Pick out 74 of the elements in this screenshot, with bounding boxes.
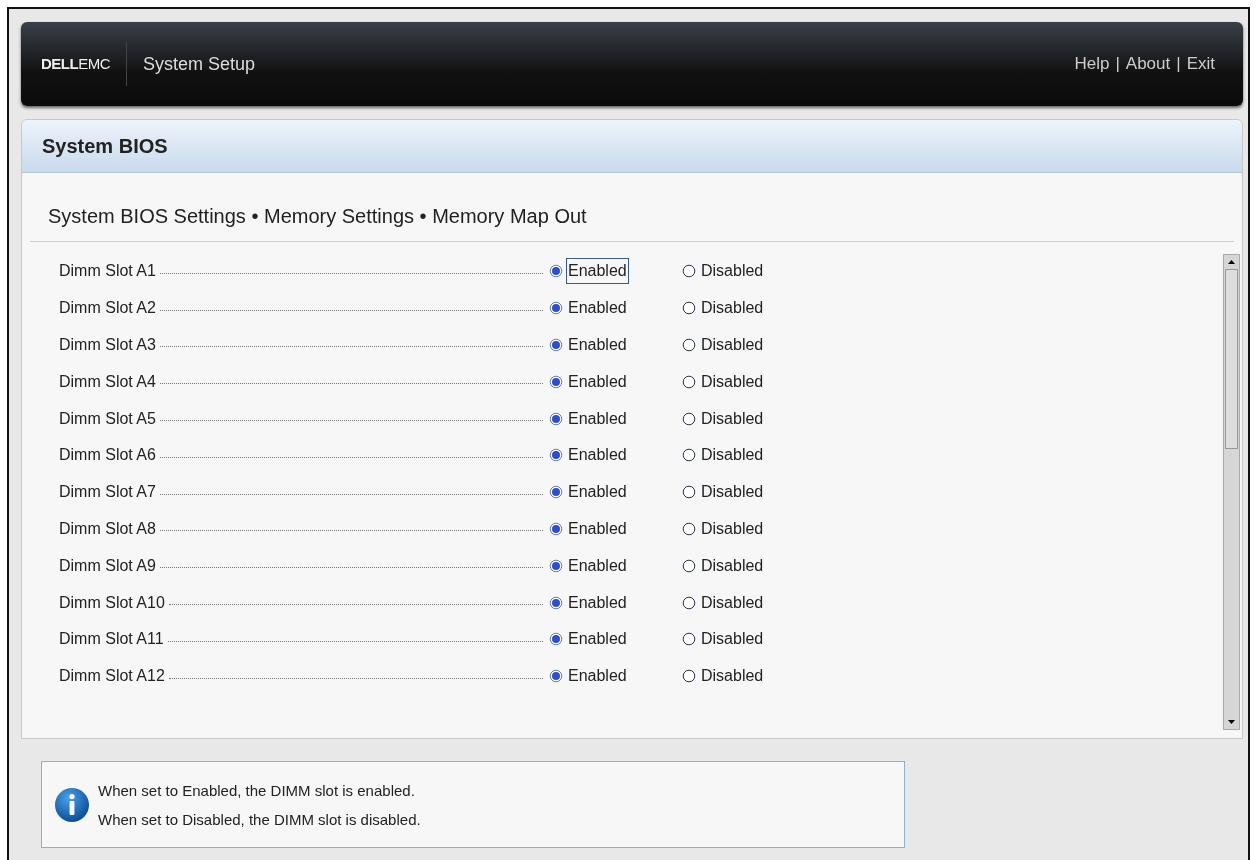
setting-label: Dimm Slot A8 <box>59 518 156 539</box>
option-label[interactable]: Disabled <box>699 515 766 542</box>
help-text: When set to Disabled, the DIMM slot is disabled. <box>98 809 421 830</box>
info-icon <box>54 786 90 823</box>
option-label[interactable]: Disabled <box>699 479 766 506</box>
option-label[interactable]: Disabled <box>699 332 766 358</box>
setting-label: Dimm Slot A5 <box>59 408 156 429</box>
scrollbar[interactable] <box>1223 254 1240 730</box>
setting-label: Dimm Slot A10 <box>59 592 165 613</box>
option-label[interactable]: Enabled <box>566 626 629 653</box>
radio-button[interactable] <box>682 264 696 279</box>
option-label[interactable]: Enabled <box>566 405 629 432</box>
radio-button[interactable] <box>682 595 696 610</box>
option-label[interactable]: Enabled <box>566 258 629 285</box>
option-label[interactable]: Disabled <box>699 295 766 322</box>
breadcrumb: System BIOS Settings • Memory Settings • Memory Map Out <box>30 173 1234 242</box>
radio-button[interactable] <box>682 338 696 352</box>
setting-label: Dimm Slot A6 <box>59 445 156 466</box>
radio-button[interactable] <box>549 448 563 463</box>
option-label[interactable]: Enabled <box>566 589 629 616</box>
option-label[interactable]: Disabled <box>699 258 766 285</box>
radio-button[interactable] <box>682 301 696 316</box>
radio-button[interactable] <box>549 595 563 610</box>
radio-button[interactable] <box>682 558 696 573</box>
option-label[interactable]: Enabled <box>566 663 629 690</box>
setting-label: Dimm Slot A2 <box>59 298 156 319</box>
setting-label: Dimm Slot A11 <box>59 629 164 650</box>
option-label[interactable]: Enabled <box>566 332 629 358</box>
option-label[interactable]: Disabled <box>699 626 766 653</box>
radio-button[interactable] <box>682 485 696 500</box>
radio-button[interactable] <box>682 632 696 647</box>
link-separator: | <box>1176 53 1181 76</box>
radio-button[interactable] <box>549 411 563 426</box>
option-label[interactable]: Enabled <box>566 295 629 322</box>
header-link[interactable]: Help <box>1074 51 1110 77</box>
logo: DELLEMC <box>41 42 127 86</box>
setting-label: Dimm Slot A12 <box>59 666 165 687</box>
radio-button[interactable] <box>549 338 563 352</box>
radio-button[interactable] <box>549 485 563 500</box>
radio-button[interactable] <box>549 521 563 536</box>
option-label[interactable]: Disabled <box>699 663 766 690</box>
radio-button[interactable] <box>682 669 696 684</box>
app-title: System Setup <box>143 52 256 76</box>
option-label[interactable]: Disabled <box>699 552 766 579</box>
radio-button[interactable] <box>682 411 696 426</box>
radio-button[interactable] <box>682 374 696 389</box>
radio-button[interactable] <box>682 521 696 536</box>
option-label[interactable]: Disabled <box>699 589 766 616</box>
radio-button[interactable] <box>549 264 563 279</box>
option-label[interactable]: Disabled <box>699 405 766 432</box>
setting-label: Dimm Slot A1 <box>59 261 156 282</box>
option-label[interactable]: Disabled <box>699 368 766 395</box>
setting-label: Dimm Slot A3 <box>59 335 156 355</box>
option-label[interactable]: Enabled <box>566 552 629 579</box>
setting-label: Dimm Slot A9 <box>59 555 156 576</box>
setting-label: Dimm Slot A4 <box>59 371 156 392</box>
radio-button[interactable] <box>549 301 563 316</box>
setting-label: Dimm Slot A7 <box>59 482 156 503</box>
scroll-thumb[interactable] <box>1225 269 1238 449</box>
link-separator: | <box>1115 53 1120 76</box>
panel-title: System BIOS <box>22 120 1242 173</box>
option-label[interactable]: Enabled <box>566 479 629 506</box>
header-link[interactable]: About <box>1125 51 1171 77</box>
radio-button[interactable] <box>682 448 696 463</box>
option-label[interactable]: Enabled <box>566 368 629 395</box>
radio-button[interactable] <box>549 374 563 389</box>
option-label[interactable]: Enabled <box>566 515 629 542</box>
header-link[interactable]: Exit <box>1186 51 1215 77</box>
radio-button[interactable] <box>549 669 563 684</box>
radio-button[interactable] <box>549 558 563 573</box>
help-text: When set to Enabled, the DIMM slot is enabled. <box>98 780 416 801</box>
radio-button[interactable] <box>549 632 563 647</box>
option-label[interactable]: Enabled <box>566 442 629 469</box>
option-label[interactable]: Disabled <box>699 442 766 469</box>
